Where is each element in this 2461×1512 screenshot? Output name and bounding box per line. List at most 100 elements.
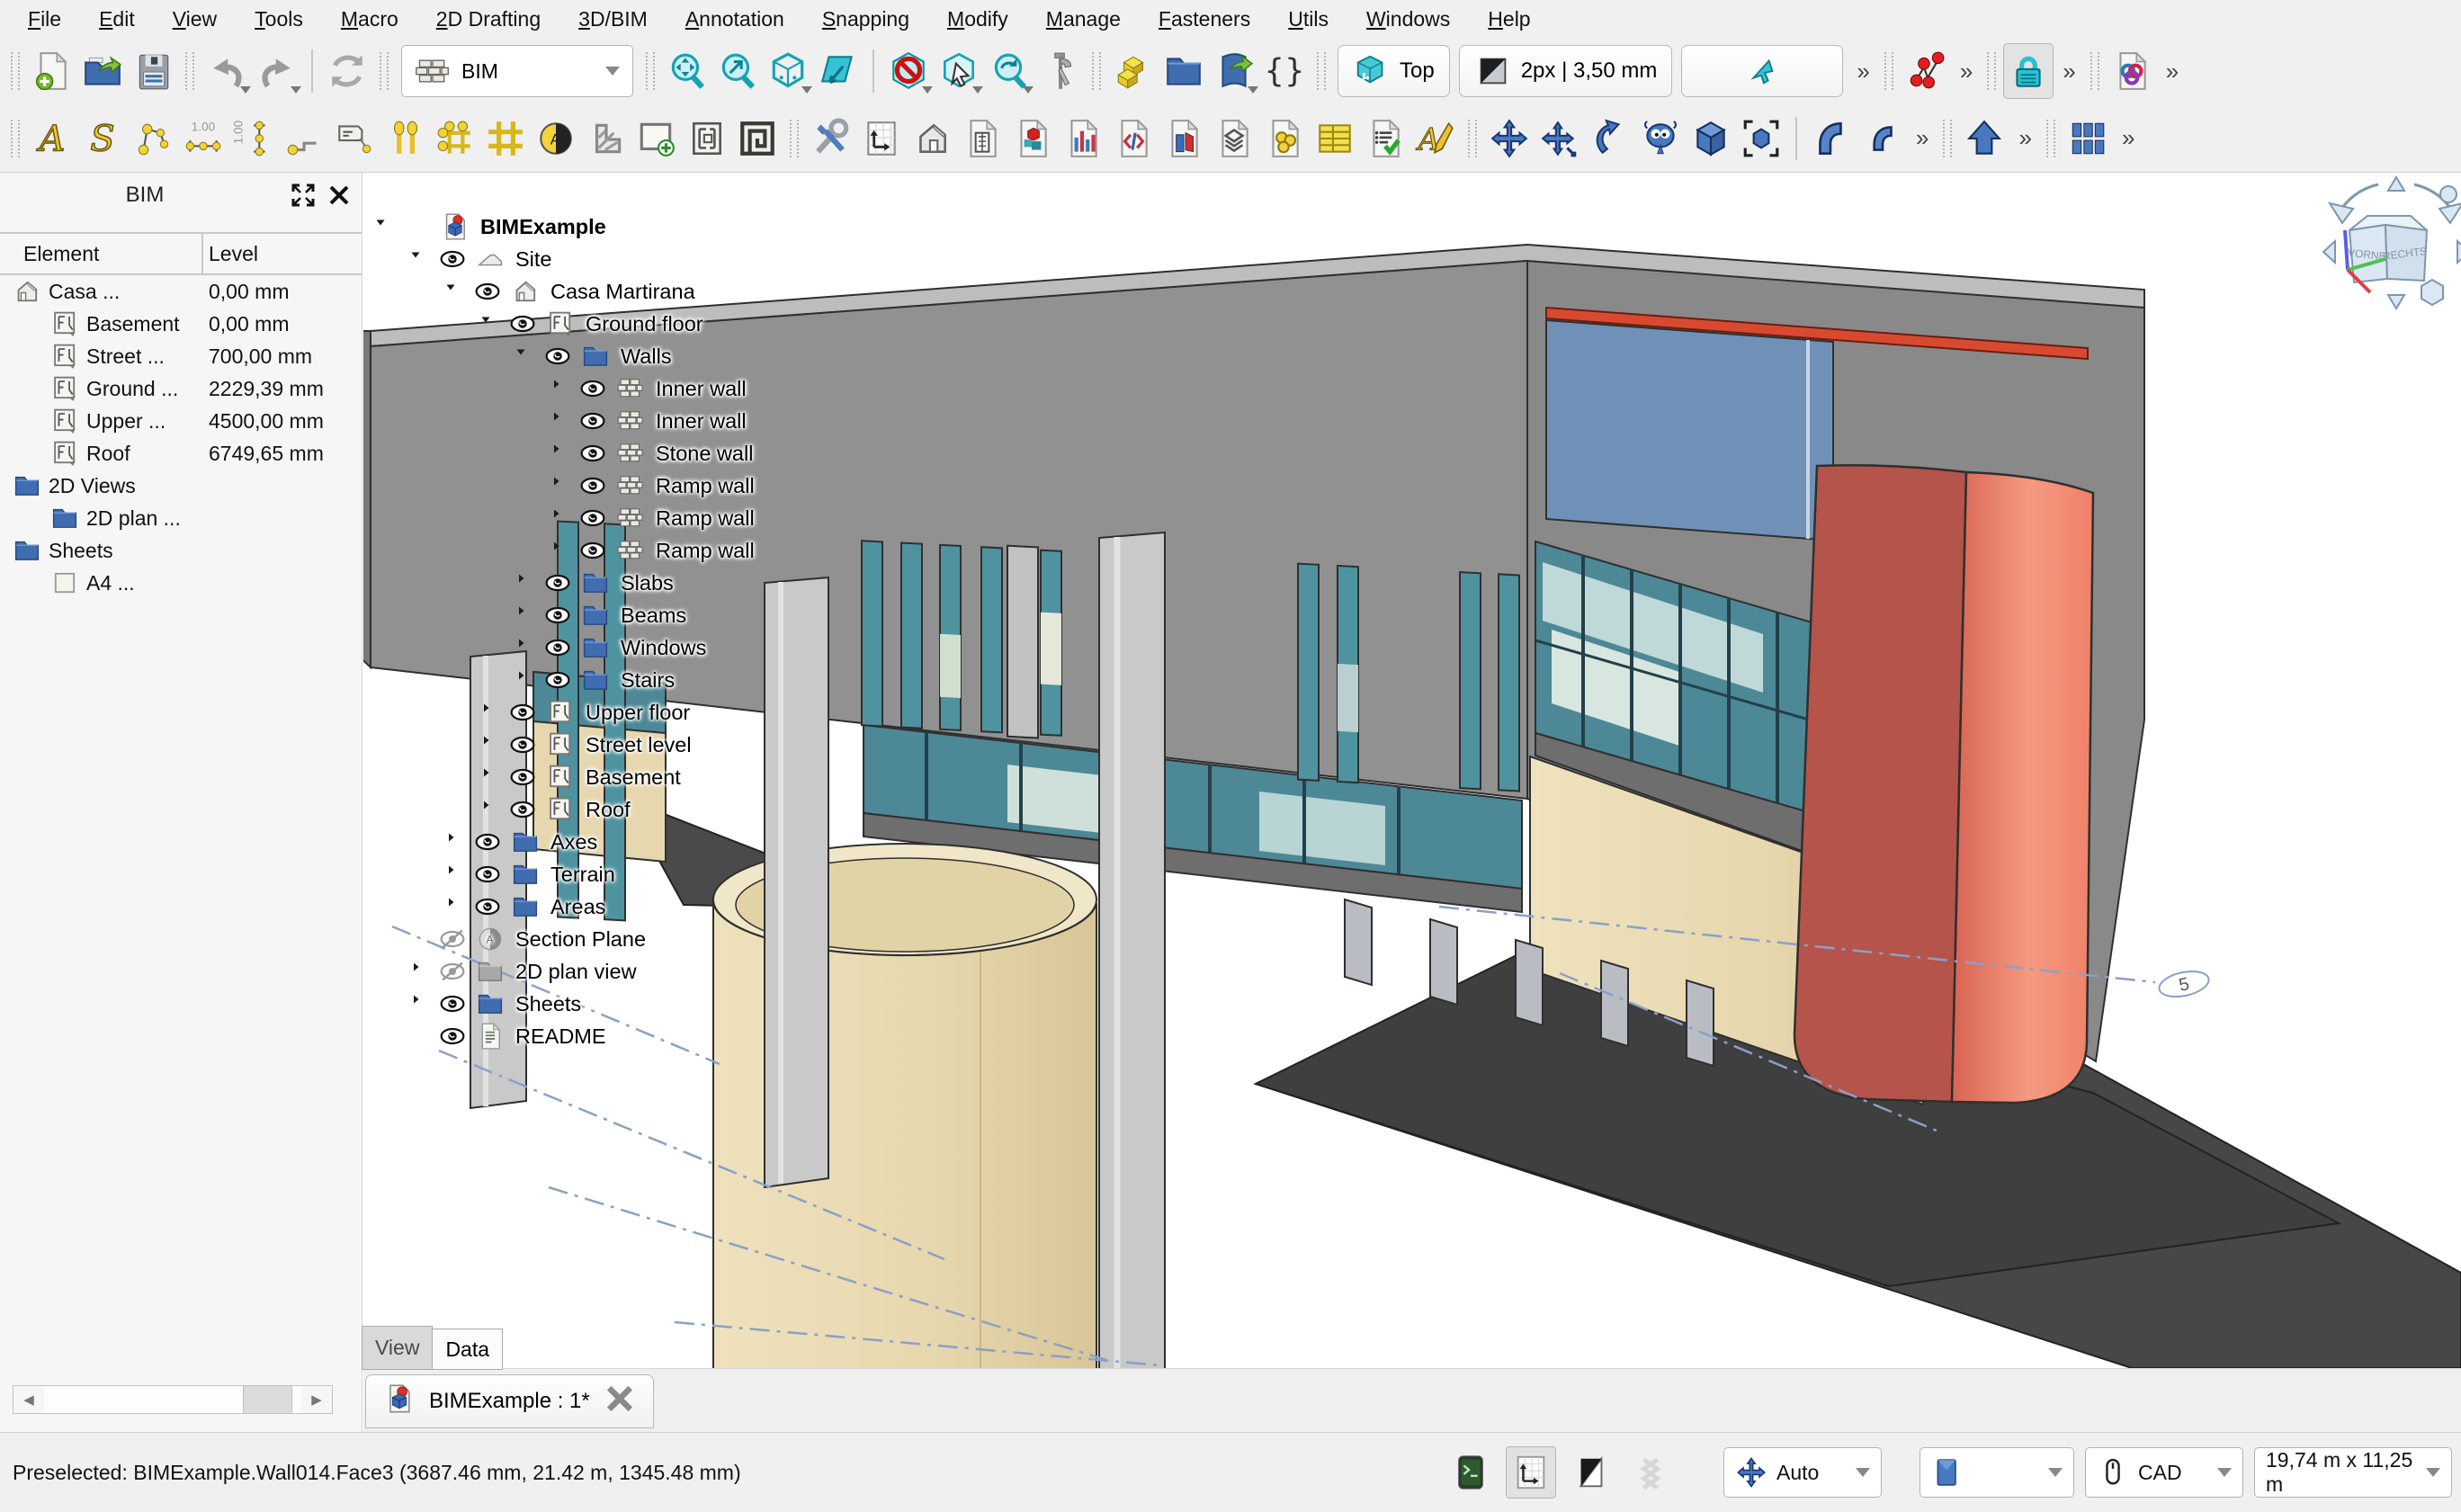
tree-item-axes[interactable]: Axes xyxy=(367,826,755,858)
blue-glass-window[interactable] xyxy=(1546,320,1833,541)
toolbar-grip[interactable] xyxy=(1468,120,1477,157)
level-row[interactable]: Ground ...2229,39 mm xyxy=(0,372,362,405)
linear-dimension-button[interactable]: 1.00 xyxy=(178,111,228,166)
menu-manage[interactable]: Manage xyxy=(1027,0,1140,38)
level-row[interactable]: Basement0,00 mm xyxy=(0,308,362,340)
compound-button[interactable] xyxy=(1736,111,1786,166)
redo-button[interactable] xyxy=(252,43,302,99)
level-row[interactable]: Casa ...0,00 mm xyxy=(0,275,362,308)
column-level[interactable]: Level xyxy=(201,242,258,266)
visibility-eye-icon[interactable] xyxy=(473,828,511,855)
hidden-eye-icon[interactable] xyxy=(438,958,476,985)
level-row[interactable]: Roof6749,65 mm xyxy=(0,437,362,470)
menu-help[interactable]: Help xyxy=(1469,0,1549,38)
tree-item-windows[interactable]: Windows xyxy=(367,631,755,664)
expander-open-icon[interactable] xyxy=(402,247,438,271)
level-row[interactable]: Street ...700,00 mm xyxy=(0,340,362,372)
new-file-button[interactable] xyxy=(27,43,77,99)
toolbar-grip[interactable] xyxy=(1092,52,1101,90)
shape-from-text-button[interactable]: S xyxy=(77,111,128,166)
panel-tools-button[interactable] xyxy=(2063,111,2113,166)
navigation-style-combo[interactable]: CAD xyxy=(2085,1447,2243,1498)
view-sync-button[interactable] xyxy=(984,43,1034,99)
layers-button[interactable] xyxy=(1209,111,1259,166)
visibility-eye-icon[interactable] xyxy=(438,1023,476,1050)
tree-item-street-level[interactable]: Street level xyxy=(367,729,755,761)
axis-system-button[interactable] xyxy=(430,111,480,166)
close-tab-icon[interactable] xyxy=(604,1383,635,1420)
tree-item-walls[interactable]: Walls xyxy=(367,340,755,372)
sketch-grid-button[interactable] xyxy=(856,111,907,166)
red-curved-wall[interactable] xyxy=(1794,465,2093,1103)
panel-horizontal-scrollbar[interactable]: ◀ ▶ xyxy=(13,1385,333,1414)
visibility-eye-icon[interactable] xyxy=(508,731,546,758)
toolbar-grip[interactable] xyxy=(11,120,20,157)
annotation-text-button[interactable]: A xyxy=(27,111,77,166)
tree-item-sheets[interactable]: Sheets xyxy=(367,988,755,1020)
visibility-eye-icon[interactable] xyxy=(543,602,581,629)
curved-cream-wall[interactable] xyxy=(698,844,1096,1368)
line-width-button[interactable]: 2px | 3,50 mm xyxy=(1459,45,1673,97)
menu-file[interactable]: File xyxy=(9,0,80,38)
section-plane-button[interactable]: A xyxy=(531,111,581,166)
toolbar-overflow-button[interactable]: » xyxy=(1857,58,1867,85)
axis-bubble[interactable]: 5 xyxy=(2157,967,2211,1000)
python-console-toggle[interactable] xyxy=(1446,1447,1495,1498)
annotation-styles-button[interactable]: A xyxy=(1410,111,1461,166)
tree-item-bimexample[interactable]: BIMExample xyxy=(367,210,755,243)
hatch-button[interactable] xyxy=(581,111,631,166)
level-row[interactable]: A4 ... xyxy=(0,567,362,599)
scroll-left-arrow[interactable]: ◀ xyxy=(13,1386,44,1413)
door-tool-button[interactable] xyxy=(957,111,1007,166)
axis-button[interactable] xyxy=(380,111,430,166)
simple-copy-button[interactable] xyxy=(1686,111,1736,166)
expander-closed-icon[interactable] xyxy=(507,571,543,595)
toolbar-overflow-button[interactable]: » xyxy=(1960,58,1971,85)
visibility-eye-icon[interactable] xyxy=(578,375,616,402)
grid-button[interactable] xyxy=(480,111,531,166)
vertical-dimension-button[interactable]: 1.00 xyxy=(228,111,279,166)
std-colors-button[interactable] xyxy=(2107,43,2157,99)
toolbar-overflow-button[interactable]: » xyxy=(2122,124,2133,152)
tree-item-readme[interactable]: README xyxy=(367,1020,755,1052)
expression-button[interactable]: {} xyxy=(1259,43,1310,99)
expander-closed-icon[interactable] xyxy=(402,960,438,983)
tree-item-roof[interactable]: Roof xyxy=(367,793,755,826)
open-file-button[interactable] xyxy=(77,43,128,99)
ifc-export-button[interactable] xyxy=(1209,43,1259,99)
tree-item-terrain[interactable]: Terrain xyxy=(367,858,755,890)
scrollbar-thumb[interactable] xyxy=(243,1386,292,1413)
rotation-mode-combo[interactable]: Auto xyxy=(1723,1447,1882,1498)
expander-closed-icon[interactable] xyxy=(472,798,508,821)
tree-item-ramp-wall[interactable]: Ramp wall xyxy=(367,534,755,567)
expander-closed-icon[interactable] xyxy=(437,863,473,886)
tree-item-site[interactable]: Site xyxy=(367,243,755,275)
tab-data[interactable]: Data xyxy=(432,1329,503,1370)
working-plane-view-button[interactable] xyxy=(813,43,864,99)
menu-utils[interactable]: Utils xyxy=(1269,0,1347,38)
visibility-eye-icon[interactable] xyxy=(473,861,511,888)
label-button[interactable] xyxy=(329,111,380,166)
expander-open-icon[interactable] xyxy=(507,344,543,368)
expander-open-icon[interactable] xyxy=(367,215,403,238)
expander-closed-icon[interactable] xyxy=(542,377,578,400)
expander-open-icon[interactable] xyxy=(472,312,508,336)
tree-item-ramp-wall[interactable]: Ramp wall xyxy=(367,502,755,534)
leader-button[interactable] xyxy=(128,111,178,166)
offset-2d-button[interactable] xyxy=(1857,111,1907,166)
text-frame-button[interactable] xyxy=(682,111,732,166)
toolbar-grip[interactable] xyxy=(1317,52,1326,90)
save-button[interactable] xyxy=(128,43,178,99)
navigation-cube[interactable]: VORNE RECHTS xyxy=(2323,177,2461,309)
visibility-eye-icon[interactable] xyxy=(543,343,581,370)
level-row[interactable]: Upper ...4500,00 mm xyxy=(0,405,362,437)
tree-item-areas[interactable]: Areas xyxy=(367,890,755,923)
toolbar-grip[interactable] xyxy=(1884,52,1893,90)
expander-closed-icon[interactable] xyxy=(472,701,508,724)
visibility-eye-icon[interactable] xyxy=(578,407,616,434)
angular-dimension-button[interactable] xyxy=(279,111,329,166)
project-folder-button[interactable] xyxy=(1159,43,1209,99)
visibility-eye-icon[interactable] xyxy=(508,796,546,823)
expander-closed-icon[interactable] xyxy=(542,409,578,433)
toolbar-overflow-button[interactable]: » xyxy=(2063,58,2073,85)
